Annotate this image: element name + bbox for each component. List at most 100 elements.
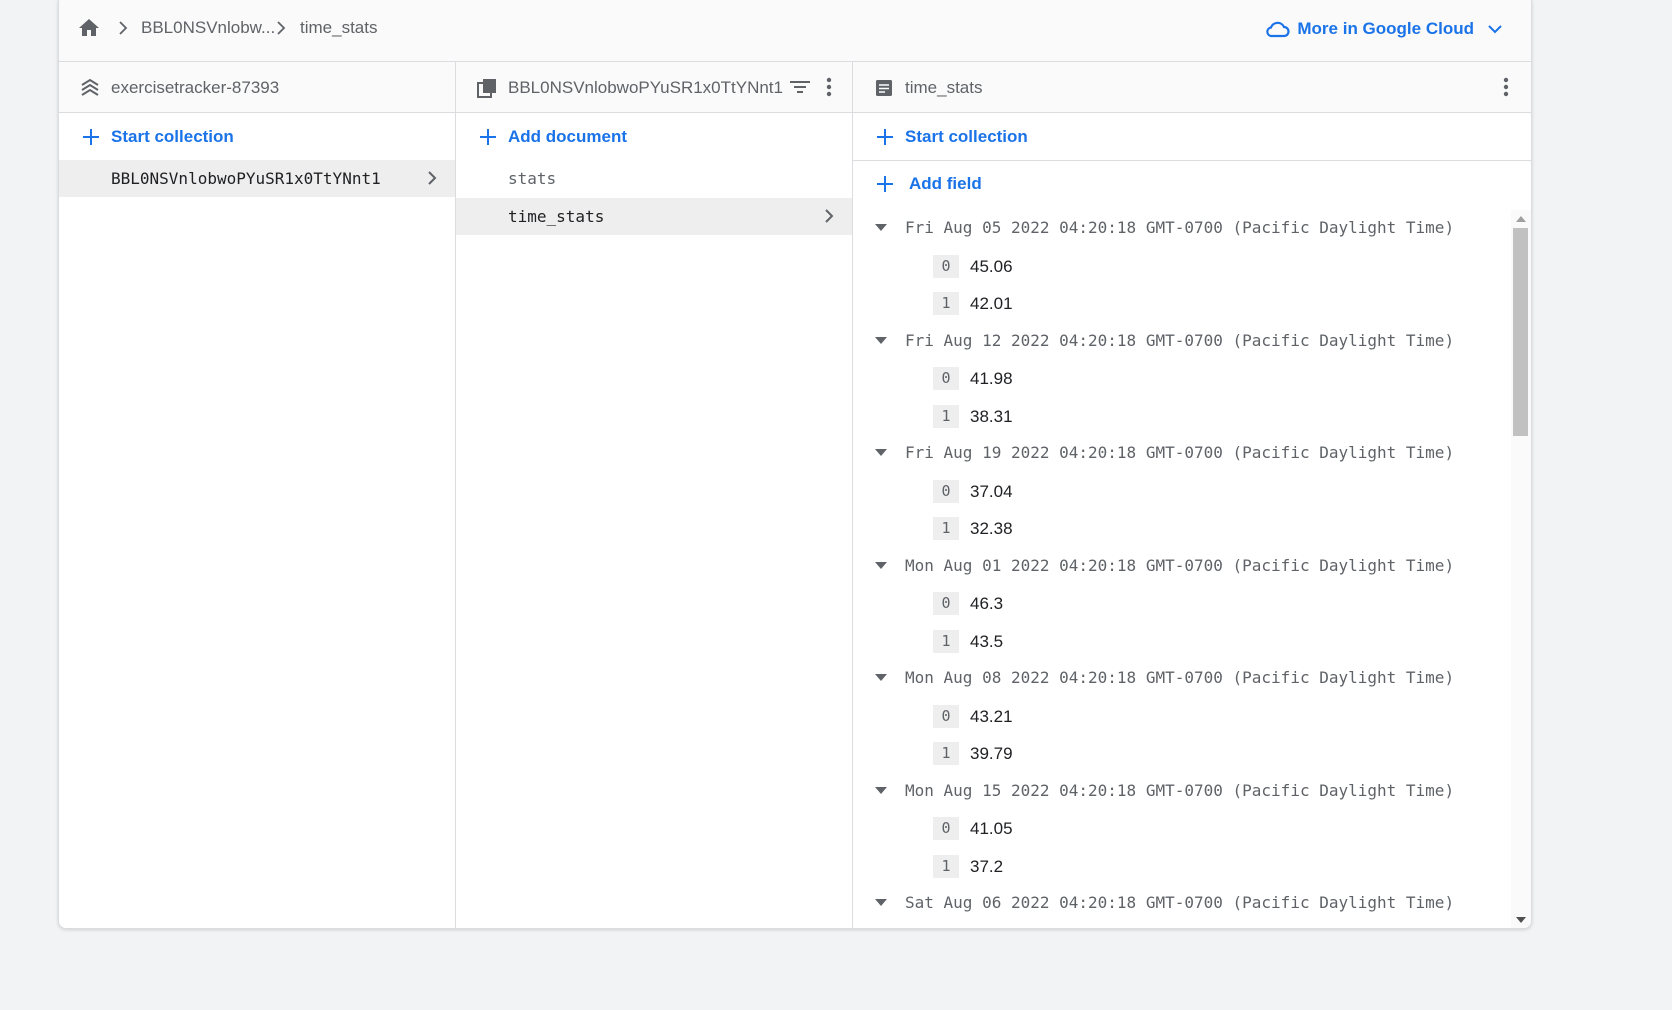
field-key: Fri Aug 12 2022 04:20:18 GMT-0700 (Pacif…	[905, 330, 1455, 350]
array-value: 37.2	[970, 856, 1004, 876]
more-vert-icon[interactable]	[816, 74, 842, 100]
array-item[interactable]: 1 42.01	[853, 285, 1511, 322]
array-value: 45.06	[970, 256, 1013, 276]
filter-icon[interactable]	[787, 74, 813, 100]
array-index-badge: 1	[933, 854, 959, 878]
collection-title: BBL0NSVnlobwoPYuSR1x0TtYNnt1	[508, 78, 783, 97]
document-name: stats	[508, 169, 557, 188]
expand-triangle-icon[interactable]	[875, 674, 887, 682]
array-item[interactable]: 0 41.98	[853, 360, 1511, 397]
array-item[interactable]: 0 37.04	[853, 473, 1511, 510]
field-key: Fri Aug 19 2022 04:20:18 GMT-0700 (Pacif…	[905, 443, 1455, 462]
more-vert-icon[interactable]	[1493, 74, 1519, 100]
document-title: time_stats	[905, 78, 983, 97]
add-field-button[interactable]: Add field	[875, 171, 982, 197]
array-index-badge: 1	[933, 404, 959, 428]
plus-icon	[480, 129, 496, 145]
chevron-right-icon	[277, 21, 286, 35]
scroll-up-arrow-icon[interactable]	[1516, 216, 1526, 222]
divider	[853, 160, 1531, 161]
field-row[interactable]: Fri Aug 19 2022 04:20:18 GMT-0700 (Pacif…	[853, 435, 1511, 472]
chevron-down-icon	[1488, 25, 1502, 34]
expand-triangle-icon[interactable]	[875, 336, 887, 345]
array-index-badge: 0	[933, 704, 959, 728]
expand-triangle-icon[interactable]	[875, 224, 887, 232]
field-list: Fri Aug 05 2022 04:20:18 GMT-0700 (Pacif…	[853, 210, 1511, 928]
document-panel: time_stats Start collection Add field Fr…	[853, 62, 1531, 928]
array-value: 43.5	[970, 631, 1004, 651]
collection-panel: BBL0NSVnlobwoPYuSR1x0TtYNnt1 Add documen…	[456, 62, 853, 928]
field-key: Mon Aug 15 2022 04:20:18 GMT-0700 (Pacif…	[905, 780, 1455, 800]
array-value: 41.05	[970, 819, 1013, 838]
breadcrumb-bar: BBL0NSVnlobw... time_stats More in Googl…	[59, 0, 1531, 62]
collection-icon	[477, 79, 496, 98]
array-item[interactable]: 0 43.21	[853, 698, 1511, 735]
more-in-google-cloud-label: More in Google Cloud	[1297, 19, 1474, 38]
array-item[interactable]: 1 37.2	[853, 848, 1511, 885]
start-collection-button[interactable]: Start collection	[875, 124, 1028, 150]
array-item[interactable]: 1 32.38	[853, 510, 1511, 547]
document-list-item[interactable]: stats	[456, 160, 852, 197]
array-index-badge: 0	[933, 817, 959, 840]
array-item[interactable]: 1 39.79	[853, 735, 1511, 772]
array-value: 41.98	[970, 369, 1013, 388]
array-index-badge: 1	[933, 517, 959, 540]
array-item[interactable]: 1 38.31	[853, 398, 1511, 435]
field-row[interactable]: Sat Aug 06 2022 04:20:18 GMT-0700 (Pacif…	[853, 885, 1511, 922]
firestore-data-card: BBL0NSVnlobw... time_stats More in Googl…	[58, 0, 1532, 929]
document-list-item-selected[interactable]: time_stats	[456, 198, 852, 235]
field-row[interactable]: Fri Aug 12 2022 04:20:18 GMT-0700 (Pacif…	[853, 323, 1511, 360]
collection-panel-header: BBL0NSVnlobwoPYuSR1x0TtYNnt1	[456, 62, 852, 113]
field-key: Sat Aug 06 2022 04:20:18 GMT-0700 (Pacif…	[905, 893, 1455, 912]
array-value: 43.21	[970, 706, 1013, 726]
scrollbar-thumb[interactable]	[1513, 228, 1528, 436]
array-value: 37.04	[970, 481, 1013, 501]
array-index-badge: 0	[933, 367, 959, 390]
plus-icon	[83, 129, 99, 145]
add-document-label: Add document	[508, 127, 627, 146]
collection-name: BBL0NSVnlobwoPYuSR1x0TtYNnt1	[111, 169, 381, 188]
root-panel: exercisetracker-87393 Start collection B…	[59, 62, 456, 928]
field-row[interactable]: Fri Aug 05 2022 04:20:18 GMT-0700 (Pacif…	[853, 210, 1511, 247]
chevron-right-icon	[119, 21, 128, 35]
array-index-badge: 1	[933, 629, 959, 653]
array-item[interactable]: 0 45.06	[853, 248, 1511, 285]
document-name: time_stats	[508, 207, 605, 226]
field-row[interactable]: Mon Aug 08 2022 04:20:18 GMT-0700 (Pacif…	[853, 660, 1511, 697]
array-index-badge: 0	[933, 592, 959, 615]
array-value: 42.01	[970, 294, 1013, 313]
plus-icon	[877, 129, 893, 145]
field-row[interactable]: Mon Aug 15 2022 04:20:18 GMT-0700 (Pacif…	[853, 773, 1511, 810]
root-panel-header: exercisetracker-87393	[59, 62, 455, 113]
add-document-button[interactable]: Add document	[478, 124, 627, 150]
scroll-down-arrow-icon[interactable]	[1516, 917, 1526, 923]
collection-list-item[interactable]: BBL0NSVnlobwoPYuSR1x0TtYNnt1	[59, 160, 455, 197]
array-item[interactable]: 0 41.05	[853, 810, 1511, 847]
field-key: Mon Aug 08 2022 04:20:18 GMT-0700 (Pacif…	[905, 668, 1455, 687]
expand-triangle-icon[interactable]	[875, 561, 887, 570]
chevron-right-icon	[825, 209, 834, 223]
start-collection-button[interactable]: Start collection	[81, 124, 234, 150]
array-value: 46.3	[970, 594, 1004, 613]
add-field-label: Add field	[909, 174, 982, 193]
plus-icon	[877, 176, 893, 192]
project-title: exercisetracker-87393	[111, 78, 280, 97]
array-item[interactable]: 0 46.3	[853, 585, 1511, 622]
chevron-right-icon	[428, 171, 437, 185]
array-index-badge: 0	[933, 479, 959, 503]
more-in-google-cloud-button[interactable]: More in Google Cloud	[1264, 14, 1509, 44]
breadcrumb-item-document[interactable]: BBL0NSVnlobw...	[141, 18, 275, 38]
expand-triangle-icon[interactable]	[875, 449, 887, 457]
field-row[interactable]: Mon Aug 01 2022 04:20:18 GMT-0700 (Pacif…	[853, 548, 1511, 585]
array-value: 39.79	[970, 744, 1013, 763]
document-icon	[876, 80, 892, 96]
start-collection-label: Start collection	[111, 127, 234, 146]
home-icon[interactable]	[77, 16, 101, 40]
expand-triangle-icon[interactable]	[875, 899, 887, 907]
array-index-badge: 0	[933, 254, 959, 278]
array-item[interactable]: 1 43.5	[853, 623, 1511, 660]
array-index-badge: 1	[933, 292, 959, 315]
expand-triangle-icon[interactable]	[875, 786, 887, 795]
breadcrumb-item-current[interactable]: time_stats	[300, 18, 377, 38]
field-key: Mon Aug 01 2022 04:20:18 GMT-0700 (Pacif…	[905, 555, 1455, 575]
